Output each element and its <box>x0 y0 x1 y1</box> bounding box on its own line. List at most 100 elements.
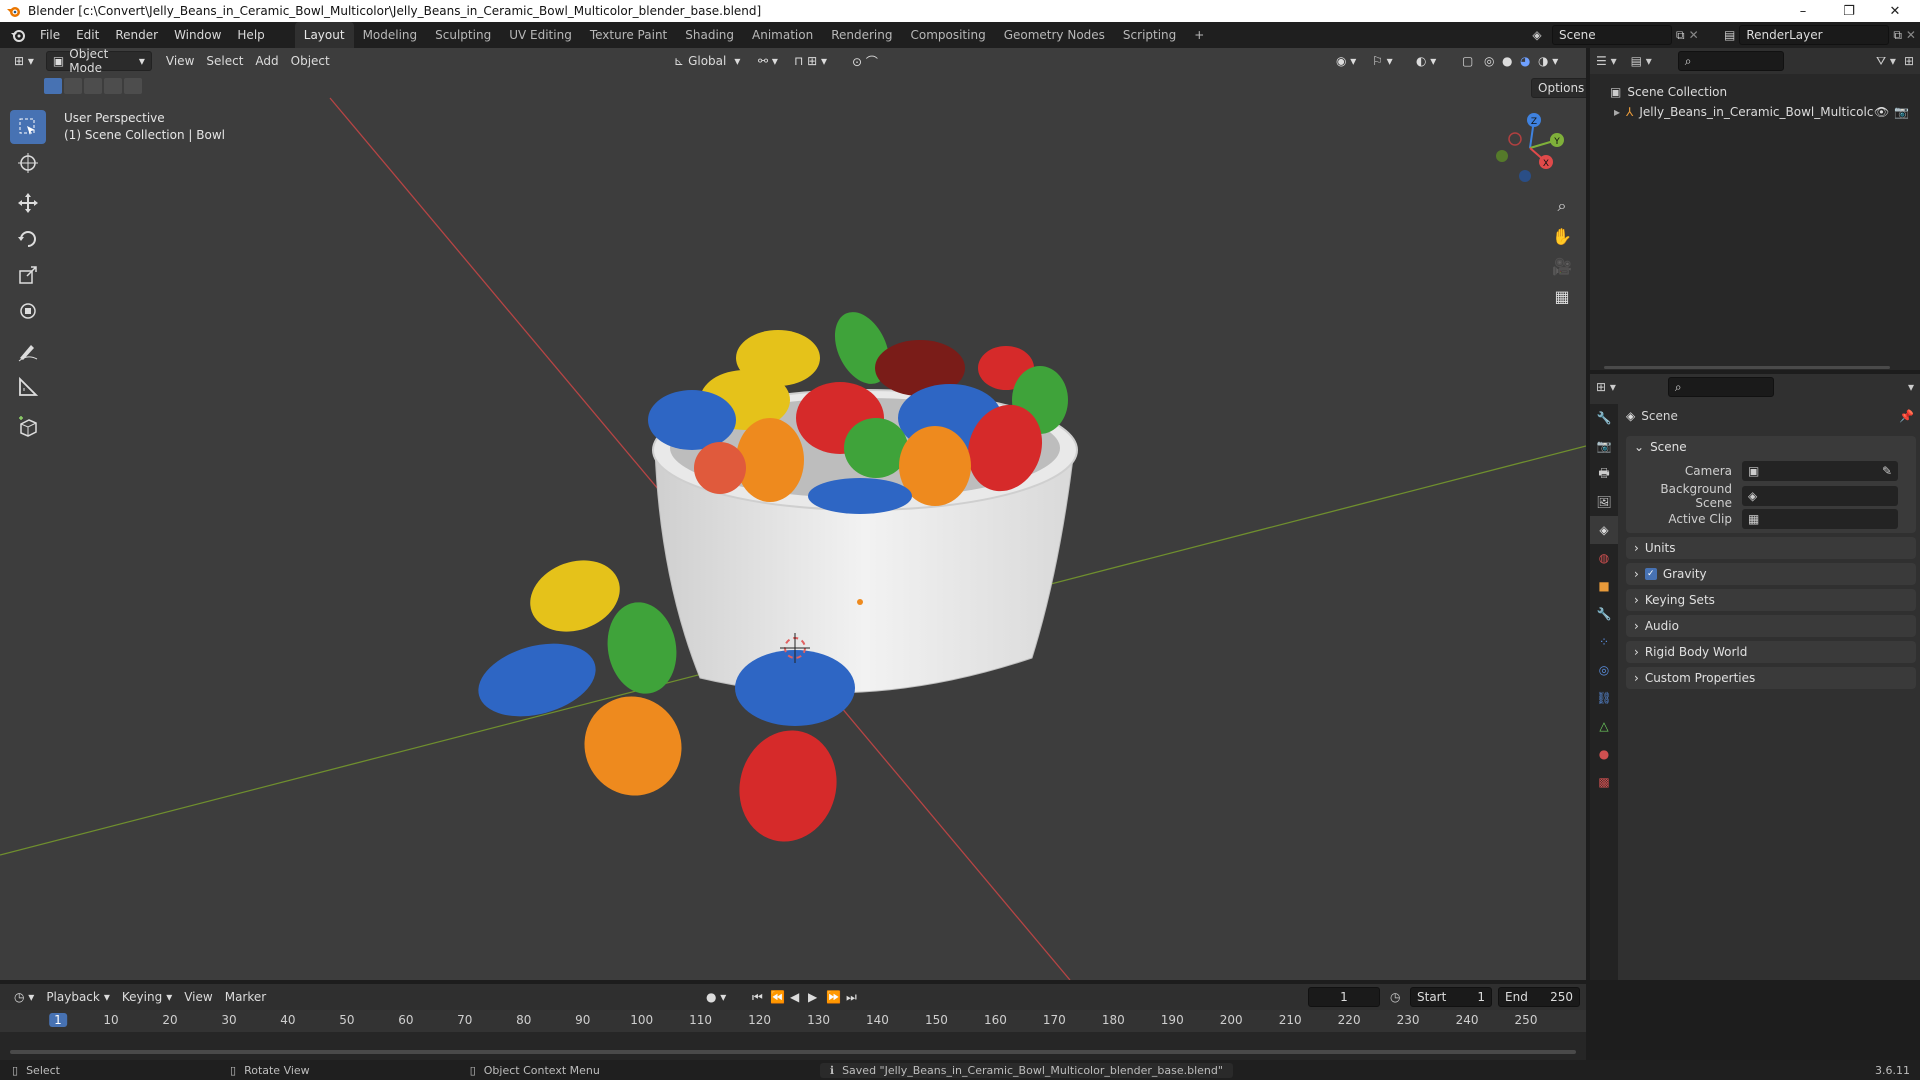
gizmo-toggle-icon[interactable]: ⚐ ▾ <box>1366 51 1399 71</box>
menu-keying[interactable]: Keying ▾ <box>116 987 178 1007</box>
timeline-scrollbar[interactable] <box>10 1050 1576 1054</box>
close-button[interactable]: ✕ <box>1872 0 1918 22</box>
select-box-tool[interactable] <box>10 110 46 144</box>
outliner-scrollbar[interactable] <box>1604 366 1890 369</box>
timeline-track-area[interactable] <box>0 1032 1586 1060</box>
menu-view[interactable]: View <box>160 51 200 71</box>
rigid-body-world-panel[interactable]: › Rigid Body World <box>1626 641 1916 663</box>
audio-panel[interactable]: › Audio <box>1626 615 1916 637</box>
render-tab-icon[interactable]: 📷 <box>1590 432 1618 460</box>
expand-arrow-icon[interactable]: ▸ <box>1614 105 1620 119</box>
object-mode-dropdown[interactable]: ▣ Object Mode ▾ <box>45 48 152 75</box>
menu-file[interactable]: File <box>32 22 68 48</box>
menu-edit[interactable]: Edit <box>68 22 107 48</box>
stopwatch-icon[interactable]: ◷ <box>1390 990 1400 1004</box>
select-subtract-icon[interactable] <box>84 78 102 94</box>
tool-tab-icon[interactable]: 🔧 <box>1590 404 1618 432</box>
keying-sets-panel[interactable]: › Keying Sets <box>1626 589 1916 611</box>
select-new-icon[interactable] <box>44 78 62 94</box>
outliner-row-scene-collection[interactable]: ▣ Scene Collection <box>1590 82 1920 102</box>
tab-scripting[interactable]: Scripting <box>1114 22 1185 48</box>
camera-render-icon[interactable]: 📷 <box>1894 105 1909 119</box>
menu-render[interactable]: Render <box>107 22 166 48</box>
tab-uv-editing[interactable]: UV Editing <box>500 22 581 48</box>
rotate-tool[interactable] <box>10 222 46 256</box>
active-clip-field[interactable]: ▦ <box>1742 508 1898 529</box>
material-tab-icon[interactable]: ● <box>1590 740 1618 768</box>
minimize-button[interactable]: – <box>1780 0 1826 22</box>
options-dropdown[interactable]: Options ▾ <box>1531 78 1586 98</box>
physics-tab-icon[interactable]: ◎ <box>1590 656 1618 684</box>
pivot-point-icon[interactable]: ⚯ ▾ <box>752 51 784 71</box>
add-cube-tool[interactable] <box>10 410 46 444</box>
outliner-row-object[interactable]: ▸ ⅄ Jelly_Beans_in_Ceramic_Bowl_Multicol… <box>1590 102 1920 122</box>
gravity-panel[interactable]: › ✓ Gravity <box>1626 563 1916 585</box>
tab-geometry-nodes[interactable]: Geometry Nodes <box>995 22 1114 48</box>
properties-editor-icon[interactable]: ⊞ ▾ <box>1596 380 1616 394</box>
view-layer-field[interactable]: RenderLayer <box>1739 25 1890 45</box>
tab-modeling[interactable]: Modeling <box>354 22 427 48</box>
start-frame-field[interactable]: Start 1 <box>1410 987 1492 1007</box>
eye-icon[interactable]: 👁 <box>1874 105 1889 119</box>
select-invert-icon[interactable] <box>104 78 122 94</box>
filter-icon[interactable]: ⛛ ▾ <box>1876 54 1896 69</box>
move-tool[interactable] <box>10 186 46 220</box>
menu-timeline-view[interactable]: View <box>178 987 218 1007</box>
new-view-layer-icon[interactable]: ⧉ <box>1893 28 1902 43</box>
scale-tool[interactable] <box>10 258 46 292</box>
pin-icon[interactable]: 📌 <box>1899 409 1914 423</box>
scene-selector-icon[interactable]: ◈ <box>1526 25 1548 45</box>
timeline-editor-icon[interactable]: ◷ ▾ <box>8 987 40 1007</box>
view-layer-tab-icon[interactable]: 🖼 <box>1590 488 1618 516</box>
transform-tool[interactable] <box>10 294 46 328</box>
properties-search-input[interactable]: ⌕ <box>1667 377 1774 397</box>
new-scene-icon[interactable]: ⧉ <box>1676 28 1685 43</box>
display-mode-icon[interactable]: ▤ ▾ <box>1631 54 1652 68</box>
tab-animation[interactable]: Animation <box>743 22 822 48</box>
end-frame-field[interactable]: End 250 <box>1498 987 1580 1007</box>
outliner-search-input[interactable]: ⌕ <box>1677 51 1784 71</box>
menu-object[interactable]: Object <box>285 51 336 71</box>
auto-keying-icon[interactable]: ● ▾ <box>700 987 732 1007</box>
units-panel[interactable]: › Units <box>1626 537 1916 559</box>
custom-properties-panel[interactable]: › Custom Properties <box>1626 667 1916 689</box>
menu-window[interactable]: Window <box>166 22 229 48</box>
ortho-grid-icon[interactable]: ▦ <box>1548 282 1576 310</box>
add-workspace-button[interactable]: + <box>1185 22 1213 48</box>
scene-tab-icon[interactable]: ◈ <box>1590 516 1618 544</box>
delete-scene-icon[interactable]: ✕ <box>1689 28 1699 42</box>
data-tab-icon[interactable]: △ <box>1590 712 1618 740</box>
gravity-checkbox[interactable]: ✓ <box>1644 568 1657 580</box>
snap-icon[interactable]: ⊓ ⊞ ▾ <box>788 51 833 71</box>
eyedropper-icon[interactable]: ✎ <box>1882 464 1892 478</box>
scene-field[interactable]: Scene <box>1552 25 1672 45</box>
select-intersect-icon[interactable] <box>124 78 142 94</box>
texture-tab-icon[interactable]: ▩ <box>1590 768 1618 796</box>
world-tab-icon[interactable]: ◍ <box>1590 544 1618 572</box>
annotate-tool[interactable] <box>10 334 46 368</box>
scene-panel-header[interactable]: ⌄ Scene <box>1626 436 1916 458</box>
visibility-icon[interactable]: ◉ ▾ <box>1330 51 1362 71</box>
new-collection-icon[interactable]: ⊞ <box>1904 54 1914 68</box>
tab-sculpting[interactable]: Sculpting <box>426 22 500 48</box>
output-tab-icon[interactable]: 🖶 <box>1590 460 1618 488</box>
timeline-ruler[interactable]: 1 10 20 30 40 50 60 70 80 90 100 110 120 130 140 150 160… <box>0 1010 1586 1060</box>
background-scene-field[interactable]: ◈ <box>1742 485 1898 506</box>
pan-hand-icon[interactable]: ✋ <box>1548 222 1576 250</box>
rendered-shading-icon[interactable]: ◑ ▾ <box>1532 51 1564 71</box>
modifier-tab-icon[interactable]: 🔧 <box>1590 600 1618 628</box>
delete-view-layer-icon[interactable]: ✕ <box>1906 28 1916 42</box>
object-tab-icon[interactable]: ■ <box>1590 572 1618 600</box>
jump-end-icon[interactable]: ⏭ <box>840 987 863 1007</box>
current-frame-field[interactable]: 1 <box>1308 987 1380 1007</box>
menu-playback[interactable]: Playback ▾ <box>40 987 116 1007</box>
cursor-tool[interactable] <box>10 146 46 180</box>
overlays-icon[interactable]: ◐ ▾ <box>1410 51 1442 71</box>
camera-view-icon[interactable]: 🎥 <box>1548 252 1576 280</box>
tab-layout[interactable]: Layout <box>294 22 354 48</box>
camera-field[interactable]: ▣ ✎ <box>1742 460 1898 481</box>
tab-texture-paint[interactable]: Texture Paint <box>581 22 676 48</box>
transform-orientation-dropdown[interactable]: ⊾ Global ▾ <box>668 51 746 71</box>
outliner-editor-icon[interactable]: ☰ ▾ <box>1596 54 1617 68</box>
menu-marker[interactable]: Marker <box>219 987 272 1007</box>
